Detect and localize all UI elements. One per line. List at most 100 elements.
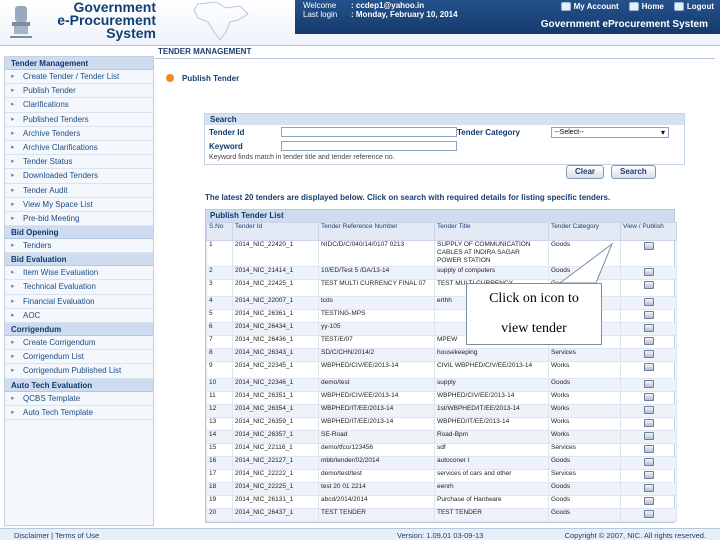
view-tender-icon[interactable] [643, 406, 654, 414]
sidebar-item[interactable]: View My Space List [5, 198, 153, 212]
sidebar-item[interactable]: Corrigendum List [5, 350, 153, 365]
tender-id-label: Tender Id [209, 128, 245, 137]
cell-sno: 7 [206, 335, 233, 349]
sidebar-item[interactable]: AOC [5, 309, 153, 323]
sidebar-item[interactable]: Auto Tech Template [5, 406, 153, 420]
sidebar-item[interactable]: Publish Tender [5, 84, 153, 99]
view-tender-icon[interactable] [643, 337, 654, 345]
cell-ref: yy-105 [318, 322, 435, 336]
national-emblem-icon [10, 6, 32, 38]
sidebar-section-title: Corrigendum [5, 323, 153, 336]
view-tender-icon[interactable] [643, 268, 654, 276]
clear-button[interactable]: Clear [566, 165, 605, 179]
cell-view [620, 417, 677, 431]
portal-logo[interactable]: Government e-Procurement System [44, 0, 156, 41]
view-tender-icon[interactable] [643, 497, 654, 505]
sidebar-item[interactable]: Archive Tenders [5, 127, 153, 141]
search-panel: Search Tender Id Keyword Keyword finds m… [204, 113, 685, 165]
cell-id: 2014_NIC_26357_1 [232, 430, 319, 444]
view-tender-icon[interactable] [643, 380, 654, 388]
cell-id: 2014_NIC_26343_1 [232, 348, 319, 362]
view-tender-icon[interactable] [643, 324, 654, 332]
view-tender-icon[interactable] [643, 510, 654, 518]
view-tender-icon[interactable] [643, 242, 654, 250]
view-tender-icon[interactable] [643, 363, 654, 371]
cell-title: WBPHED/IT/EE/2013-14 [434, 417, 549, 431]
table-row: 9 2014_NIC_22345_1 WBPHED/CIV/EE/2013-14 CI… [206, 361, 677, 379]
home-link[interactable]: Home [628, 2, 664, 11]
column-header: Tender Title [434, 222, 549, 241]
view-tender-icon[interactable] [643, 484, 654, 492]
view-tender-icon[interactable] [643, 350, 654, 358]
tender-category-select[interactable]: --Select-- [551, 127, 669, 138]
view-tender-icon[interactable] [643, 458, 654, 466]
keyword-input[interactable] [281, 141, 457, 151]
disclaimer-link[interactable]: Disclaimer [14, 531, 49, 540]
sidebar-item[interactable]: Pre-bid Meeting [5, 212, 153, 227]
cell-cat: Works [548, 391, 621, 405]
cell-ref: NIDC/D/C/040/14/0107 0213 [318, 240, 435, 267]
column-header: S.No [206, 222, 233, 241]
view-tender-icon[interactable] [643, 432, 654, 440]
cell-id: 2014_NIC_22425_1 [232, 279, 319, 297]
cell-id: 2014_NIC_22116_1 [232, 443, 319, 457]
my-account-link[interactable]: My Account [560, 2, 619, 11]
sidebar-section-title: Auto Tech Evaluation [5, 378, 153, 392]
sidebar-item[interactable]: Tender Audit [5, 184, 153, 198]
sidebar-section-title: Bid Evaluation [5, 253, 153, 267]
search-panel-title: Search [205, 114, 684, 125]
cell-view [620, 279, 677, 297]
cell-ref: TEST/E/07 [318, 335, 435, 349]
table-row: 17 2014_NIC_22222_1 demo/test/test services… [206, 469, 677, 483]
tender-category-value: --Select-- [555, 129, 584, 136]
sidebar-item[interactable]: Item Wise Evaluation [5, 266, 153, 281]
logout-link[interactable]: Logout [673, 2, 714, 11]
sidebar-item[interactable]: Archive Clarifications [5, 141, 153, 156]
sidebar-item[interactable]: Tenders [5, 239, 153, 254]
sidebar-item[interactable]: Create Corrigendum [5, 336, 153, 351]
cell-sno: 8 [206, 348, 233, 362]
cell-cat: Works [548, 430, 621, 444]
publish-tender-list: Publish Tender List S.No Tender Id Tender … [205, 209, 677, 523]
cell-id: 2014_NIC_26131_1 [232, 495, 319, 509]
welcome-label: Welcome [303, 1, 337, 10]
view-tender-icon[interactable] [643, 445, 654, 453]
view-tender-icon[interactable] [643, 311, 654, 319]
user-info-bar: Welcome : ccdep1@yahoo.in Last login : M… [295, 0, 720, 34]
cell-view [620, 430, 677, 444]
table-header-row: S.No Tender Id Tender Reference Number Tend… [206, 222, 677, 241]
cell-view [620, 508, 677, 522]
cell-ref: WBPHED/CIV/EE/2013-14 [318, 361, 435, 379]
cell-id: 2014_NIC_26354_1 [232, 404, 319, 418]
table-row: 10 2014_NIC_22346_1 demo/test supply Goods [206, 378, 677, 392]
terms-link[interactable]: Terms of Use [55, 531, 99, 540]
sidebar-item[interactable]: Published Tenders [5, 113, 153, 127]
sidebar-item[interactable]: Financial Evaluation [5, 295, 153, 309]
sidebar-item[interactable]: Clarifications [5, 98, 153, 113]
view-tender-icon[interactable] [643, 298, 654, 306]
cell-cat: Goods [548, 240, 621, 267]
sidebar-item[interactable]: Create Tender / Tender List [5, 70, 153, 85]
view-tender-icon[interactable] [643, 281, 654, 289]
sidebar-item[interactable]: Corrigendum Published List [5, 364, 153, 379]
table-row: 2 2014_NIC_21414_1 10/ED/Test 5 /DA/13-14 s… [206, 266, 677, 280]
cell-cat: Goods [548, 495, 621, 509]
view-tender-icon[interactable] [643, 419, 654, 427]
top-navigation: My Account Home Logout [560, 2, 714, 11]
sidebar-item[interactable]: QCBS Template [5, 392, 153, 406]
cell-cat: Services [548, 348, 621, 362]
cell-view [620, 240, 677, 267]
cell-ref: SD/C/CHN/2014/2 [318, 348, 435, 362]
logo-line-3: System [106, 25, 156, 41]
sidebar-item[interactable]: Technical Evaluation [5, 280, 153, 295]
cell-sno: 13 [206, 417, 233, 431]
view-tender-icon[interactable] [643, 471, 654, 479]
sidebar-item[interactable]: Downloaded Tenders [5, 169, 153, 184]
cell-title: TEST TENDER [434, 508, 549, 522]
cell-sno: 10 [206, 378, 233, 392]
search-button[interactable]: Search [611, 165, 656, 179]
view-tender-icon[interactable] [643, 393, 654, 401]
sidebar-item[interactable]: Tender Status [5, 155, 153, 170]
cell-title: SUPPLY OF COMMUNICATION CABLES AT INDIRA… [434, 240, 549, 267]
tender-id-input[interactable] [281, 127, 457, 137]
